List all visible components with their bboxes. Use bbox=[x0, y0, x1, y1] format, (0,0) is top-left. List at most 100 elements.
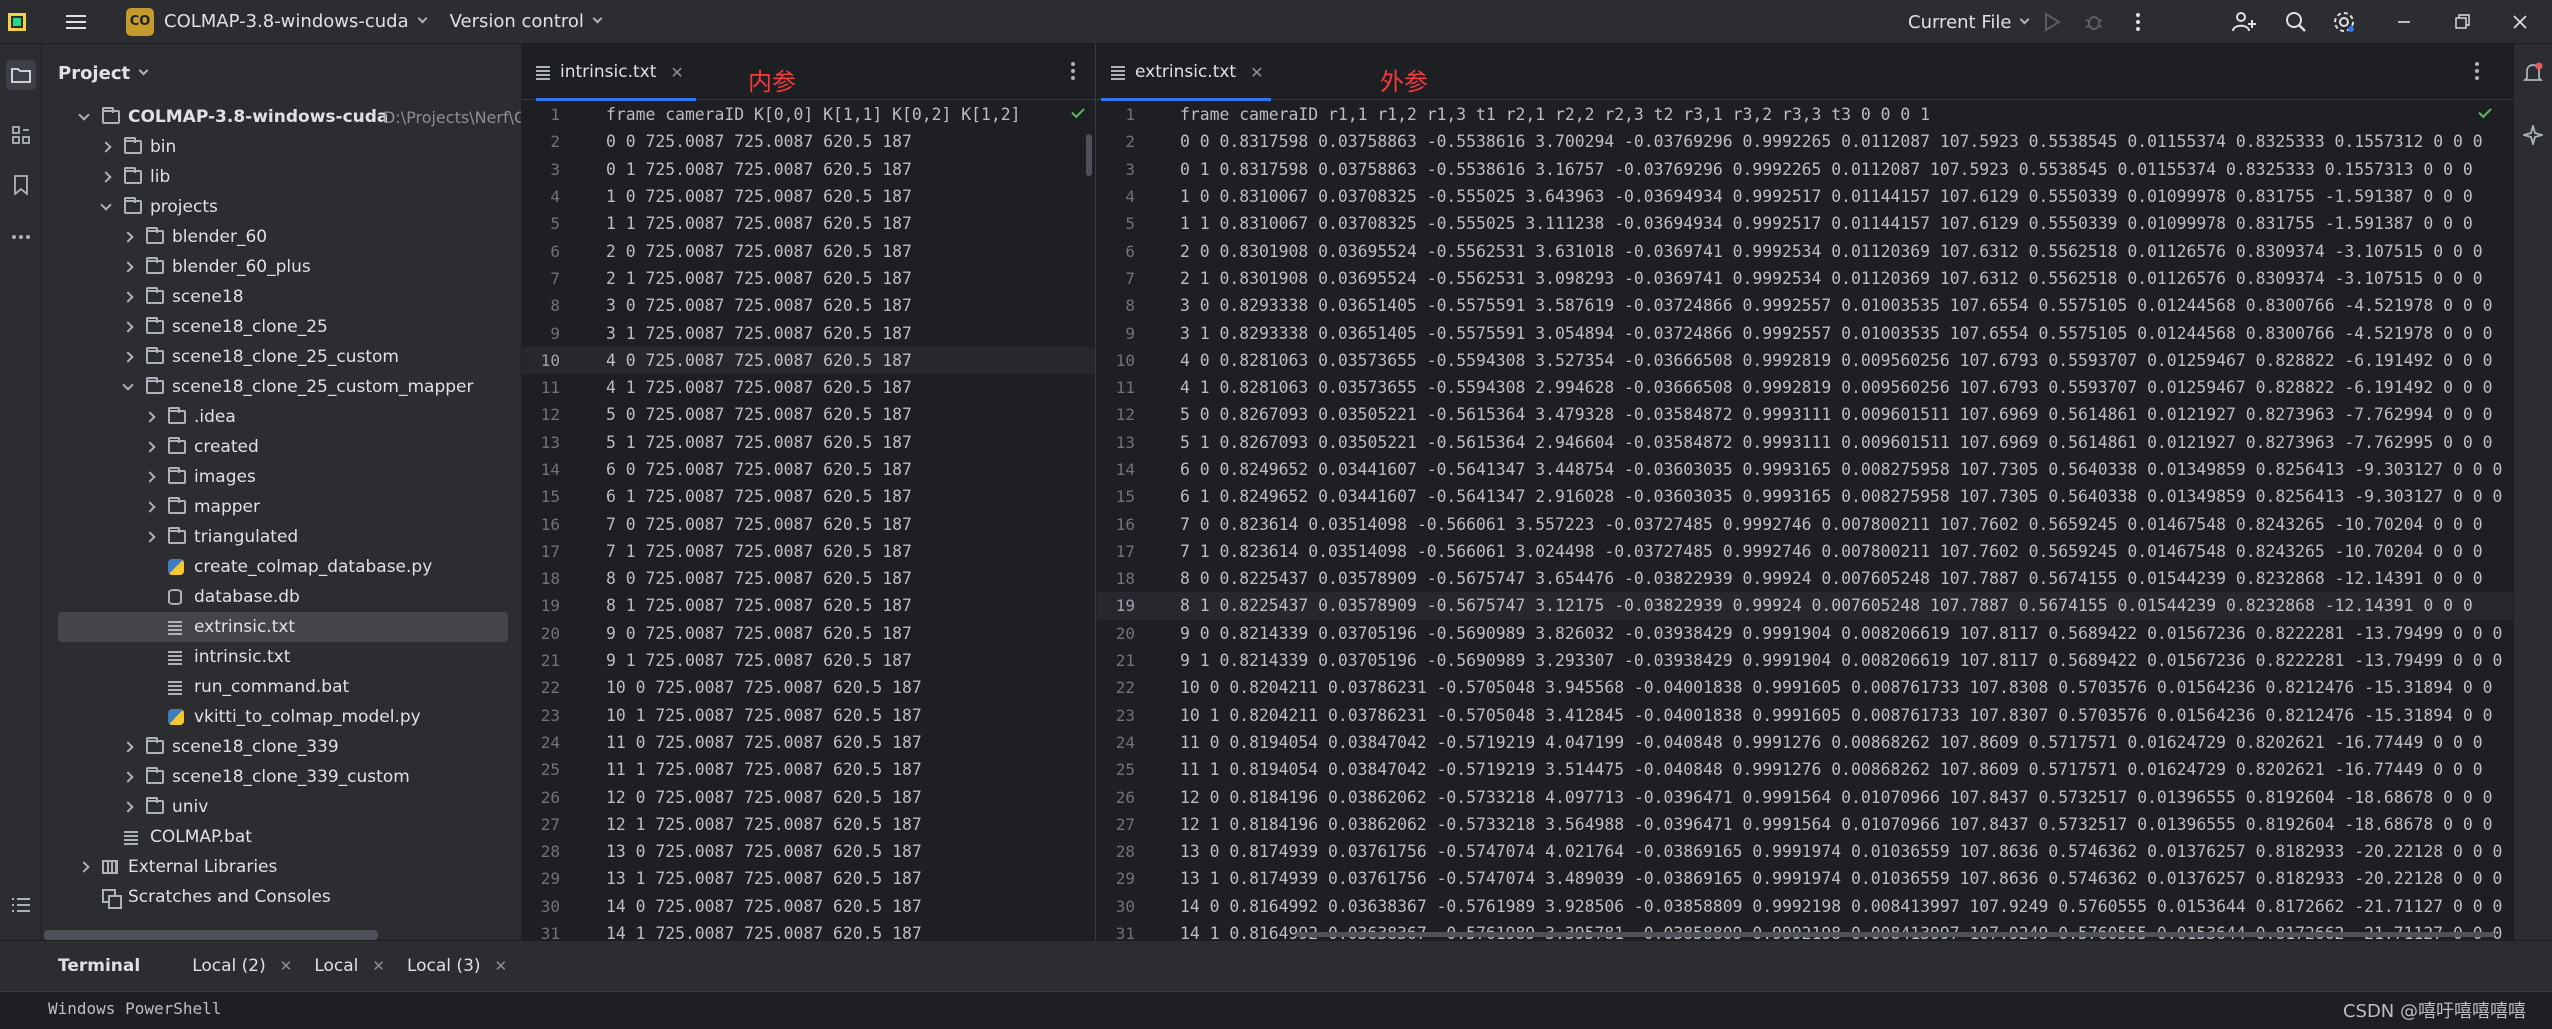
terminal-tab-local-3[interactable]: Local (3) ✕ bbox=[407, 956, 507, 976]
chevron-right-icon[interactable] bbox=[144, 441, 156, 453]
close-tab-icon[interactable]: ✕ bbox=[372, 957, 385, 975]
code-line[interactable]: 11 4 1 0.8281063 0.03573655 -0.5594308 2.… bbox=[1097, 374, 2513, 401]
code-line[interactable]: 19 8 1 0.8225437 0.03578909 -0.5675747 3.… bbox=[1097, 592, 2513, 620]
search-icon[interactable] bbox=[2284, 10, 2308, 34]
bookmarks-icon[interactable] bbox=[8, 172, 34, 198]
tree-item[interactable]: run_command.bat bbox=[42, 672, 521, 702]
tree-item[interactable]: images bbox=[42, 462, 521, 492]
code-line[interactable]: 7 2 1 725.0087 725.0087 620.5 187 bbox=[522, 265, 1095, 292]
chevron-right-icon[interactable] bbox=[144, 501, 156, 513]
tab-extrinsic[interactable]: extrinsic.txt ✕ bbox=[1101, 44, 1271, 101]
code-line[interactable]: 18 8 0 725.0087 725.0087 620.5 187 bbox=[522, 565, 1095, 592]
code-line[interactable]: 21 9 1 725.0087 725.0087 620.5 187 bbox=[522, 647, 1095, 674]
tab-close-icon[interactable]: ✕ bbox=[670, 63, 683, 82]
code-line[interactable]: 26 12 0 0.8184196 0.03862062 -0.5733218 4… bbox=[1097, 783, 2513, 810]
code-line[interactable]: 13 5 1 725.0087 725.0087 620.5 187 bbox=[522, 429, 1095, 456]
code-line[interactable]: 26 12 0 725.0087 725.0087 620.5 187 bbox=[522, 783, 1095, 810]
run-config-selector[interactable]: Current File bbox=[1908, 0, 2030, 44]
tree-item[interactable]: vkitti_to_colmap_model.py bbox=[42, 702, 521, 732]
tree-item[interactable]: triangulated bbox=[42, 522, 521, 552]
chevron-right-icon[interactable] bbox=[144, 411, 156, 423]
code-line[interactable]: 2 0 0 725.0087 725.0087 620.5 187 bbox=[522, 128, 1095, 155]
code-line[interactable]: 8 3 0 725.0087 725.0087 620.5 187 bbox=[522, 292, 1095, 319]
chevron-right-icon[interactable] bbox=[122, 231, 134, 243]
terminal-tab-local-2[interactable]: Local (2) ✕ bbox=[192, 956, 292, 976]
code-line[interactable]: 16 7 0 725.0087 725.0087 620.5 187 bbox=[522, 510, 1095, 537]
tree-item[interactable]: created bbox=[42, 432, 521, 462]
code-line[interactable]: 9 3 1 725.0087 725.0087 620.5 187 bbox=[522, 319, 1095, 346]
tree-item[interactable]: create_colmap_database.py bbox=[42, 552, 521, 582]
editor-options-icon[interactable] bbox=[1071, 62, 1075, 66]
code-line[interactable]: 27 12 1 725.0087 725.0087 620.5 187 bbox=[522, 811, 1095, 838]
tree-item[interactable]: database.db bbox=[42, 582, 521, 612]
code-line[interactable]: 5 1 1 0.8310067 0.03708325 -0.555025 3.11… bbox=[1097, 210, 2513, 237]
tree-item[interactable]: intrinsic.txt bbox=[42, 642, 521, 672]
tree-item[interactable]: scene18_clone_339 bbox=[42, 732, 521, 762]
main-menu-button[interactable] bbox=[62, 0, 90, 44]
chevron-down-icon[interactable] bbox=[78, 109, 90, 121]
code-line[interactable]: 29 13 1 0.8174939 0.03761756 -0.5747074 3… bbox=[1097, 865, 2513, 892]
close-tab-icon[interactable]: ✕ bbox=[280, 957, 293, 975]
code-line[interactable]: 12 5 0 725.0087 725.0087 620.5 187 bbox=[522, 401, 1095, 428]
code-line[interactable]: 30 14 0 725.0087 725.0087 620.5 187 bbox=[522, 893, 1095, 920]
tree-item[interactable]: blender_60_plus bbox=[42, 252, 521, 282]
chevron-right-icon[interactable] bbox=[122, 771, 134, 783]
project-badge[interactable]: CO bbox=[126, 7, 154, 36]
run-icon[interactable] bbox=[2040, 10, 2064, 34]
problems-list-icon[interactable] bbox=[8, 892, 34, 918]
minimize-icon[interactable] bbox=[2392, 10, 2416, 34]
code-line[interactable]: 15 6 1 725.0087 725.0087 620.5 187 bbox=[522, 483, 1095, 510]
code-line[interactable]: 3 0 1 0.8317598 0.03758863 -0.5538616 3.1… bbox=[1097, 156, 2513, 183]
project-tool-folder-icon[interactable] bbox=[6, 60, 36, 90]
chevron-down-icon[interactable] bbox=[100, 199, 112, 211]
vcs-selector[interactable]: Version control bbox=[450, 0, 603, 44]
tree-item[interactable]: Scratches and Consoles bbox=[42, 882, 521, 912]
chevron-right-icon[interactable] bbox=[122, 741, 134, 753]
code-line[interactable]: 18 8 0 0.8225437 0.03578909 -0.5675747 3.… bbox=[1097, 565, 2513, 592]
project-horizontal-scrollbar[interactable] bbox=[44, 930, 378, 940]
chevron-right-icon[interactable] bbox=[144, 471, 156, 483]
restore-icon[interactable] bbox=[2450, 10, 2474, 34]
tree-item[interactable]: projects bbox=[42, 192, 521, 222]
project-panel-header[interactable]: Project bbox=[42, 44, 521, 102]
editor-horizontal-scrollbar[interactable] bbox=[1295, 932, 2495, 937]
code-line[interactable]: 13 5 1 0.8267093 0.03505221 -0.5615364 2.… bbox=[1097, 429, 2513, 456]
chevron-right-icon[interactable] bbox=[78, 861, 90, 873]
code-line[interactable]: 1 frame cameraID K[0,0] K[1,1] K[0,2] K[1… bbox=[522, 101, 1095, 128]
tab-close-icon[interactable]: ✕ bbox=[1250, 63, 1263, 82]
close-window-icon[interactable] bbox=[2508, 10, 2532, 34]
code-line[interactable]: 14 6 0 725.0087 725.0087 620.5 187 bbox=[522, 456, 1095, 483]
code-line[interactable]: 3 0 1 725.0087 725.0087 620.5 187 bbox=[522, 156, 1095, 183]
tree-item[interactable]: lib bbox=[42, 162, 521, 192]
code-line[interactable]: 2 0 0 0.8317598 0.03758863 -0.5538616 3.7… bbox=[1097, 128, 2513, 155]
chevron-right-icon[interactable] bbox=[122, 801, 134, 813]
code-line[interactable]: 25 11 1 0.8194054 0.03847042 -0.5719219 3… bbox=[1097, 756, 2513, 783]
code-line[interactable]: 28 13 0 725.0087 725.0087 620.5 187 bbox=[522, 838, 1095, 865]
code-line[interactable]: 22 10 0 0.8204211 0.03786231 -0.5705048 3… bbox=[1097, 674, 2513, 701]
tree-item[interactable]: bin bbox=[42, 132, 521, 162]
tree-item[interactable]: univ bbox=[42, 792, 521, 822]
code-line[interactable]: 8 3 0 0.8293338 0.03651405 -0.5575591 3.5… bbox=[1097, 292, 2513, 319]
close-tab-icon[interactable]: ✕ bbox=[495, 957, 508, 975]
tree-item[interactable]: COLMAP-3.8-windows-cuda D:\Projects\Nerf\… bbox=[42, 102, 521, 132]
tree-item[interactable]: scene18_clone_25_custom_mapper bbox=[42, 372, 521, 402]
chevron-right-icon[interactable] bbox=[122, 321, 134, 333]
code-line[interactable]: 5 1 1 725.0087 725.0087 620.5 187 bbox=[522, 210, 1095, 237]
code-line[interactable]: 16 7 0 0.823614 0.03514098 -0.566061 3.55… bbox=[1097, 510, 2513, 537]
tree-item[interactable]: scene18_clone_25 bbox=[42, 312, 521, 342]
code-line[interactable]: 1 frame cameraID r1,1 r1,2 r1,3 t1 r2,1 r… bbox=[1097, 101, 2513, 128]
debug-icon[interactable] bbox=[2082, 10, 2106, 34]
code-line[interactable]: 29 13 1 725.0087 725.0087 620.5 187 bbox=[522, 865, 1095, 892]
code-line[interactable]: 31 14 1 725.0087 725.0087 620.5 187 bbox=[522, 920, 1095, 940]
code-line[interactable]: 6 2 0 725.0087 725.0087 620.5 187 bbox=[522, 237, 1095, 264]
code-line[interactable]: 25 11 1 725.0087 725.0087 620.5 187 bbox=[522, 756, 1095, 783]
editor-options-icon[interactable] bbox=[2475, 62, 2479, 66]
app-logo-icon[interactable] bbox=[8, 12, 26, 31]
terminal-tab-local[interactable]: Local ✕ bbox=[314, 956, 385, 976]
editor-vertical-scrollbar[interactable] bbox=[1086, 134, 1092, 176]
code-line[interactable]: 24 11 0 725.0087 725.0087 620.5 187 bbox=[522, 729, 1095, 756]
code-line[interactable]: 22 10 0 725.0087 725.0087 620.5 187 bbox=[522, 674, 1095, 701]
code-line[interactable]: 4 1 0 0.8310067 0.03708325 -0.555025 3.64… bbox=[1097, 183, 2513, 210]
tree-item[interactable]: scene18_clone_25_custom bbox=[42, 342, 521, 372]
ai-assistant-icon[interactable] bbox=[2520, 122, 2546, 148]
